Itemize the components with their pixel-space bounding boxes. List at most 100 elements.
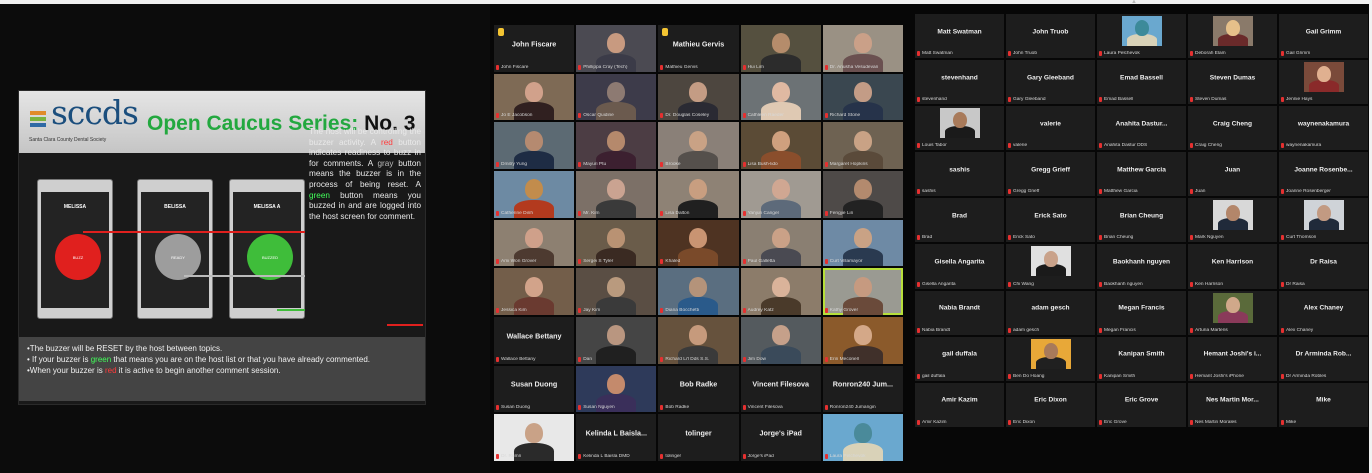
participant-tile[interactable]: Laura Pelchevok	[822, 414, 903, 461]
participant-tile[interactable]: Richard Li'l Dds S.S.	[658, 317, 739, 364]
participant-tile[interactable]: adam gesch adam gesch	[1006, 290, 1095, 335]
participant-tile[interactable]: Chi Wang	[1006, 244, 1095, 289]
participant-tile[interactable]: Bob Radke Bob Radke	[658, 365, 739, 413]
participant-tile[interactable]: Ken Harrison Ken Harrison	[1188, 244, 1277, 289]
participant-tile[interactable]: Nes Martin Mor... Nes Martin Morales	[1188, 382, 1277, 427]
participant-tile[interactable]: Anahita Dastur... Anahita Dastur DDS	[1097, 106, 1186, 151]
participant-tile[interactable]: John Truob John Truob	[1006, 14, 1095, 59]
participant-tile[interactable]: gail duffala gail duffala	[915, 336, 1004, 381]
participant-tile[interactable]: Gail Grimm Gail Grimm	[1279, 14, 1368, 59]
participant-tile[interactable]: Susan Duong Susan Duong	[494, 365, 575, 413]
participant-tile[interactable]: Kelinda L Baisla... Kelinda L Baisla DMD	[576, 414, 657, 461]
participant-display-name: Nabia Brandt	[938, 304, 981, 312]
participant-tile[interactable]: Eric Dixon Eric Dixon	[1006, 382, 1095, 427]
participant-tile[interactable]: Margaret Hopkins	[822, 122, 903, 169]
participant-tile[interactable]: tolinger tolinger	[658, 414, 739, 461]
participant-tile[interactable]: Dmitry Yung	[494, 122, 575, 169]
participant-tile[interactable]: Oscar Quidine	[576, 73, 657, 121]
logo-bars-icon	[30, 111, 48, 131]
participant-tile[interactable]: Jessica Kim	[494, 268, 575, 315]
participant-tile[interactable]: Gisella Angarita Gisella Angarita	[915, 244, 1004, 289]
participant-tile[interactable]: Ami Won Grover	[494, 219, 575, 267]
participant-tile[interactable]: Nabia Brandt Nabia Brandt	[915, 290, 1004, 335]
participant-tile[interactable]: John Fiscare John Fiscare	[494, 25, 575, 72]
participant-tile[interactable]: Dr. Douglas Coseley	[658, 73, 739, 121]
participant-tile[interactable]: Sergei S Tyler	[576, 219, 657, 267]
participant-tile[interactable]: Jennie Hays	[1279, 60, 1368, 105]
participant-tile[interactable]: Richard Stone	[822, 73, 903, 121]
participant-tile[interactable]: Mathieu Gervis Mathieu Gervis	[658, 25, 739, 72]
participant-tile[interactable]: Gregg Grieff Gregg Grieff	[1006, 152, 1095, 197]
participant-tile[interactable]: Hemant Joshi's i... Hemant Joshi's iPhone	[1188, 336, 1277, 381]
participant-tile[interactable]: Hui Lim	[740, 25, 821, 72]
participant-tile[interactable]: Erin Meconell	[822, 317, 903, 364]
participant-tile[interactable]: Phillippa Cray (Tech)	[576, 25, 657, 72]
participant-tile[interactable]: Lisa Dalton	[658, 171, 739, 218]
participant-tile[interactable]: Ben Do Hoang	[1006, 336, 1095, 381]
participant-tile[interactable]: Arturia Martens	[1188, 290, 1277, 335]
participant-tile[interactable]: Dr Raisa Dr Raisa	[1279, 244, 1368, 289]
participant-tile[interactable]: Dr. Anusha Vesudevan	[822, 25, 903, 72]
participant-tile[interactable]: Deborah Elam	[1188, 14, 1277, 59]
participant-tile[interactable]: Paul Galletta	[740, 219, 821, 267]
participant-tile[interactable]: Curt Villamayor	[822, 219, 903, 267]
participant-tile[interactable]: Jorge's iPad Jorge's iPad	[740, 414, 821, 461]
participant-tile[interactable]: Mark Nguyen	[1188, 198, 1277, 243]
participant-tile[interactable]: Catherine Dinh	[494, 171, 575, 218]
participant-tile[interactable]: Curt Thomson	[1279, 198, 1368, 243]
participant-tile[interactable]: Cathleen Raeder	[740, 73, 821, 121]
phone-name: MELISSA	[63, 204, 87, 210]
participant-tile[interactable]: waynenakamura waynenakamura	[1279, 106, 1368, 151]
participant-tile[interactable]: Louis Tabor	[915, 106, 1004, 151]
participant-tile[interactable]: Alex Chaney Alex Chaney	[1279, 290, 1368, 335]
participant-tile[interactable]: Dan	[576, 317, 657, 364]
participant-tile[interactable]: Matthew Garcia Matthew Garcia	[1097, 152, 1186, 197]
participant-tile[interactable]: Baokhanh nguyen Baokhanh nguyen	[1097, 244, 1186, 289]
participant-name: Bob Radke	[665, 405, 690, 411]
muted-mic-icon	[660, 308, 664, 313]
participant-tile[interactable]: stevenhand stevenhand	[915, 60, 1004, 105]
participant-tile[interactable]: Jay Kim	[576, 268, 657, 315]
participant-tile[interactable]: Gary Gleeband Gary Gleeband	[1006, 60, 1095, 105]
participant-tile[interactable]: Megan Francis Megan Francis	[1097, 290, 1186, 335]
participant-tile[interactable]: Juan Juan	[1188, 152, 1277, 197]
participant-tile[interactable]: Matt Swatman Matt Swatman	[915, 14, 1004, 59]
participant-tile[interactable]: sashis sashis	[915, 152, 1004, 197]
participant-tile[interactable]: Susan Nguyen	[576, 365, 657, 413]
participant-name-label: Audrey Katz	[742, 308, 819, 313]
participant-tile[interactable]: Kanipan Smith Kanipan Smith	[1097, 336, 1186, 381]
participant-tile[interactable]: Brooke	[658, 122, 739, 169]
participant-tile[interactable]: Emad Bassell Emad Bassell	[1097, 60, 1186, 105]
participant-tile[interactable]: Craig Cheng Craig Cheng	[1188, 106, 1277, 151]
participant-tile[interactable]: Joanne Rosenbe... Joanne Rosenberger	[1279, 152, 1368, 197]
participant-tile[interactable]: Mayuri Ptu	[576, 122, 657, 169]
participant-tile[interactable]: Dr. Rumn	[494, 414, 575, 461]
participant-tile[interactable]: Erick Sato Erick Sato	[1006, 198, 1095, 243]
participant-tile[interactable]: Audrey Katz	[740, 268, 821, 315]
participant-tile[interactable]: Eric Grove Eric Grove	[1097, 382, 1186, 427]
participant-tile[interactable]: Khaled	[658, 219, 739, 267]
chevron-up-icon[interactable]: ▲	[1131, 0, 1139, 5]
participant-tile[interactable]: Kathy Grover	[822, 268, 903, 315]
participant-tile[interactable]: Steven Dumas Steven Dumas	[1188, 60, 1277, 105]
participant-name-label: gail duffala	[917, 373, 1002, 379]
participant-tile[interactable]: Dr Arminda Rob... Dr Arminda Robles	[1279, 336, 1368, 381]
participant-name: Matt Swatman	[922, 51, 953, 57]
participant-tile[interactable]: Lisa Bush-lido	[740, 122, 821, 169]
participant-tile[interactable]: Mr. Kim	[576, 171, 657, 218]
participant-tile[interactable]: Diana Bocchetti	[658, 268, 739, 315]
participant-tile[interactable]: Jim Dow	[740, 317, 821, 364]
participant-tile[interactable]: Vincent Filesova Vincent Filesova	[740, 365, 821, 413]
participant-tile[interactable]: Wallace Bettany Wallace Bettany	[494, 317, 575, 364]
participant-tile[interactable]: Fengjie Lin	[822, 171, 903, 218]
participant-tile[interactable]: Jo E Jacobson	[494, 73, 575, 121]
participant-tile[interactable]: Yanjun Cangel	[740, 171, 821, 218]
participant-tile[interactable]: Brian Cheung Brian Cheung	[1097, 198, 1186, 243]
participant-tile[interactable]: Laura Pelchevok	[1097, 14, 1186, 59]
participant-tile[interactable]: Ronron240 Jum... Ronron240 Jumangin	[822, 365, 903, 413]
participant-tile[interactable]: Amir Kazim Amir Kazim	[915, 382, 1004, 427]
participant-tile[interactable]: Mike Mike	[1279, 382, 1368, 427]
participant-tile[interactable]: valerie valerie	[1006, 106, 1095, 151]
participant-name-label: Kathy Grover	[824, 308, 901, 313]
participant-tile[interactable]: Brad Brad	[915, 198, 1004, 243]
